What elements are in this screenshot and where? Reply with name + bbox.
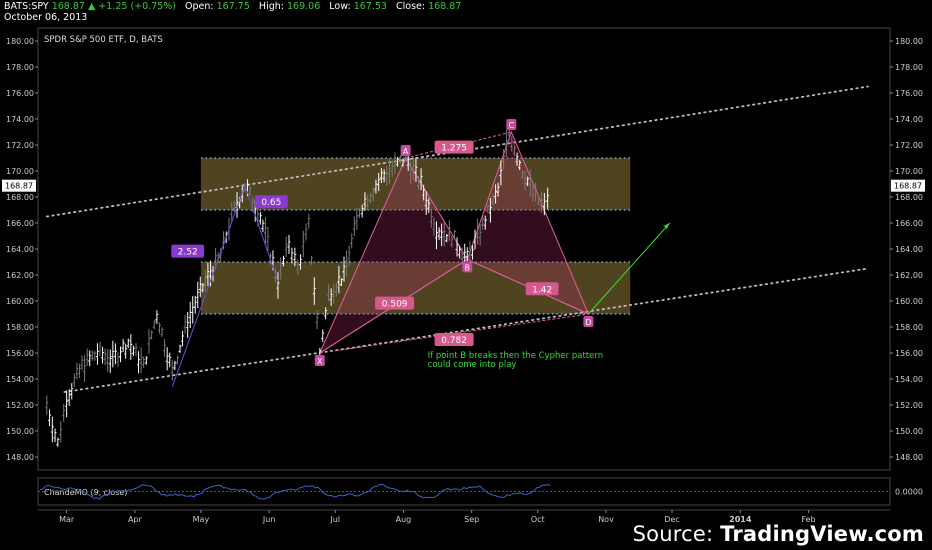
oscillator-tick-label: 0.0000 [895, 488, 923, 497]
ratio-label: 2.52 [178, 248, 198, 258]
y-tick-label-right: 154.00 [895, 375, 923, 384]
ratio-label: 0.65 [261, 198, 281, 208]
y-tick-label-right: 170.00 [895, 167, 923, 176]
pattern-point-b: B [465, 263, 471, 272]
y-tick-label-left: 178.00 [6, 63, 34, 72]
y-tick-label-left: 170.00 [6, 167, 34, 176]
x-tick-label: Apr [128, 515, 143, 524]
y-tick-label-right: 172.00 [895, 141, 923, 150]
pattern-point-d: D [585, 318, 591, 327]
y-tick-label-right: 160.00 [895, 297, 923, 306]
chart-title: SPDR S&P 500 ETF, D, BATS [44, 35, 163, 45]
source-brand: TradingView.com [720, 522, 924, 546]
last-price-tag-right: 168.87 [894, 182, 922, 191]
price-chart[interactable]: 148.00 148.00 150.00 150.00 152.00 152.00 154.… [0, 0, 932, 550]
y-tick-label-left: 154.00 [6, 375, 34, 384]
y-tick-label-left: 160.00 [6, 297, 34, 306]
y-tick-label-left: 174.00 [6, 115, 34, 124]
y-tick-label-left: 158.00 [6, 323, 34, 332]
y-tick-label-right: 174.00 [895, 115, 923, 124]
y-tick-label-right: 166.00 [895, 219, 923, 228]
y-tick-label-left: 180.00 [6, 37, 34, 46]
ratio-label: 1.42 [532, 285, 552, 295]
y-tick-label-left: 152.00 [6, 401, 34, 410]
x-tick-label: Jun [262, 515, 276, 524]
y-tick-label-left: 168.00 [6, 193, 34, 202]
cypher-note-line: could come into play [428, 360, 517, 370]
last-price-tag-left: 168.87 [5, 182, 33, 191]
y-tick-label-right: 180.00 [895, 37, 923, 46]
y-tick-label-right: 148.00 [895, 453, 923, 462]
x-tick-label: Aug [396, 515, 412, 524]
ratio-label: 0.782 [441, 336, 467, 346]
ratio-label: 1.275 [441, 144, 467, 154]
x-tick-label: Sep [464, 515, 479, 524]
pattern-point-a: A [403, 147, 409, 156]
y-tick-label-left: 172.00 [6, 141, 34, 150]
y-tick-label-right: 156.00 [895, 349, 923, 358]
x-tick-label: Mar [59, 515, 75, 524]
y-tick-label-left: 150.00 [6, 427, 34, 436]
y-tick-label-right: 176.00 [895, 89, 923, 98]
y-tick-label-right: 164.00 [895, 245, 923, 254]
x-tick-label: Nov [598, 515, 614, 524]
y-tick-label-right: 162.00 [895, 271, 923, 280]
y-tick-label-left: 166.00 [6, 219, 34, 228]
x-tick-label: Jul [329, 515, 340, 524]
y-tick-label-left: 164.00 [6, 245, 34, 254]
pattern-point-c: C [509, 121, 515, 130]
y-tick-label-left: 162.00 [6, 271, 34, 280]
y-tick-label-right: 150.00 [895, 427, 923, 436]
pattern-point-x: X [317, 357, 323, 366]
main-pane-frame [37, 27, 891, 471]
y-tick-label-left: 156.00 [6, 349, 34, 358]
y-tick-label-left: 148.00 [6, 453, 34, 462]
x-tick-label: May [193, 515, 210, 524]
y-tick-label-right: 168.00 [895, 193, 923, 202]
source-credit: Source: TradingView.com [633, 522, 924, 546]
ratio-label: 0.509 [382, 300, 408, 310]
x-tick-label: Oct [531, 515, 545, 524]
y-tick-label-right: 152.00 [895, 401, 923, 410]
y-tick-label-left: 176.00 [6, 89, 34, 98]
y-tick-label-right: 178.00 [895, 63, 923, 72]
y-tick-label-right: 158.00 [895, 323, 923, 332]
source-prefix: Source: [632, 522, 721, 546]
